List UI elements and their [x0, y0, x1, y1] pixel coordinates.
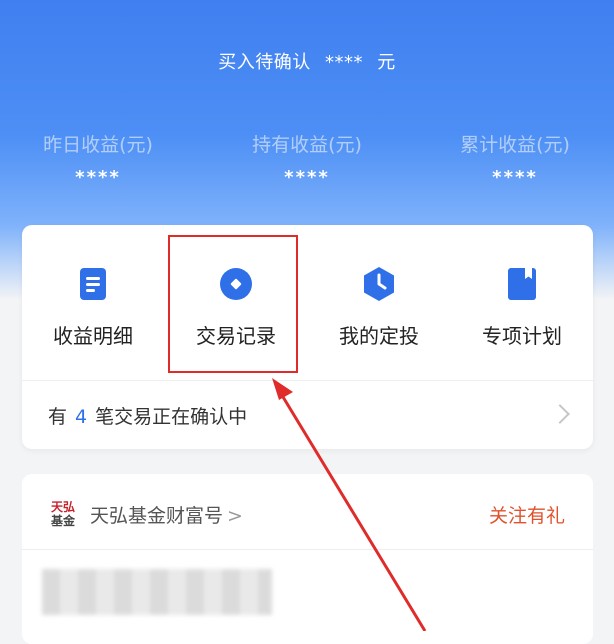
pending-transactions-text: 有 4 笔交易正在确认中 [48, 402, 247, 429]
quick-action-earnings-detail[interactable]: 收益明细 [22, 225, 164, 375]
stat-label: 持有收益(元) [252, 134, 362, 156]
quick-actions-row: 收益明细 交易记录 我的定投 专项计划 [22, 225, 593, 375]
quick-action-my-auto-invest[interactable]: 我的定投 [308, 225, 450, 375]
earnings-stats: 昨日收益(元) **** 持有收益(元) **** 累计收益(元) **** [0, 130, 614, 200]
pending-suffix: 笔交易正在确认中 [95, 406, 248, 428]
quick-action-special-plan[interactable]: 专项计划 [451, 225, 593, 375]
fund-card: 天弘 基金 天弘基金财富号 > 关注有礼 [22, 474, 593, 644]
blurred-content [42, 569, 272, 615]
highlight-box [168, 235, 298, 373]
pending-prefix: 有 [48, 406, 68, 428]
pending-count: 4 [75, 406, 88, 428]
chevron-right-icon: > [227, 505, 243, 527]
clock-hexagon-icon [364, 267, 394, 301]
stat-cumulative[interactable]: 累计收益(元) **** [425, 130, 605, 188]
chevron-right-icon [550, 404, 570, 424]
pending-value: **** [325, 52, 363, 73]
quick-action-label: 收益明细 [53, 324, 133, 348]
pending-purchase-line: 买入待确认 **** 元 [0, 48, 614, 74]
logo-text-bottom: 基金 [51, 514, 76, 528]
stat-value: **** [284, 167, 330, 188]
pending-label: 买入待确认 [218, 52, 311, 73]
stat-holding[interactable]: 持有收益(元) **** [217, 130, 397, 188]
pending-transactions-row[interactable]: 有 4 笔交易正在确认中 [22, 381, 593, 449]
quick-action-label: 专项计划 [482, 324, 562, 348]
stat-value: **** [492, 167, 538, 188]
stat-value: **** [75, 167, 121, 188]
bookmark-icon [508, 268, 536, 300]
pending-unit: 元 [377, 52, 396, 73]
quick-action-label: 我的定投 [339, 324, 419, 348]
quick-actions-card: 收益明细 交易记录 我的定投 专项计划 有 4 笔交易正在确认中 [22, 225, 593, 449]
stat-label: 累计收益(元) [460, 134, 570, 156]
fund-account-link[interactable]: 天弘基金财富号 > [90, 501, 243, 528]
stat-label: 昨日收益(元) [43, 134, 153, 156]
stat-yesterday[interactable]: 昨日收益(元) **** [8, 130, 188, 188]
document-icon [80, 268, 106, 300]
fund-name-label: 天弘基金财富号 [90, 505, 224, 527]
divider [22, 549, 593, 550]
follow-gift-button[interactable]: 关注有礼 [489, 501, 565, 528]
logo-text-top: 天弘 [51, 501, 76, 514]
tianhong-fund-logo: 天弘 基金 [50, 501, 78, 529]
